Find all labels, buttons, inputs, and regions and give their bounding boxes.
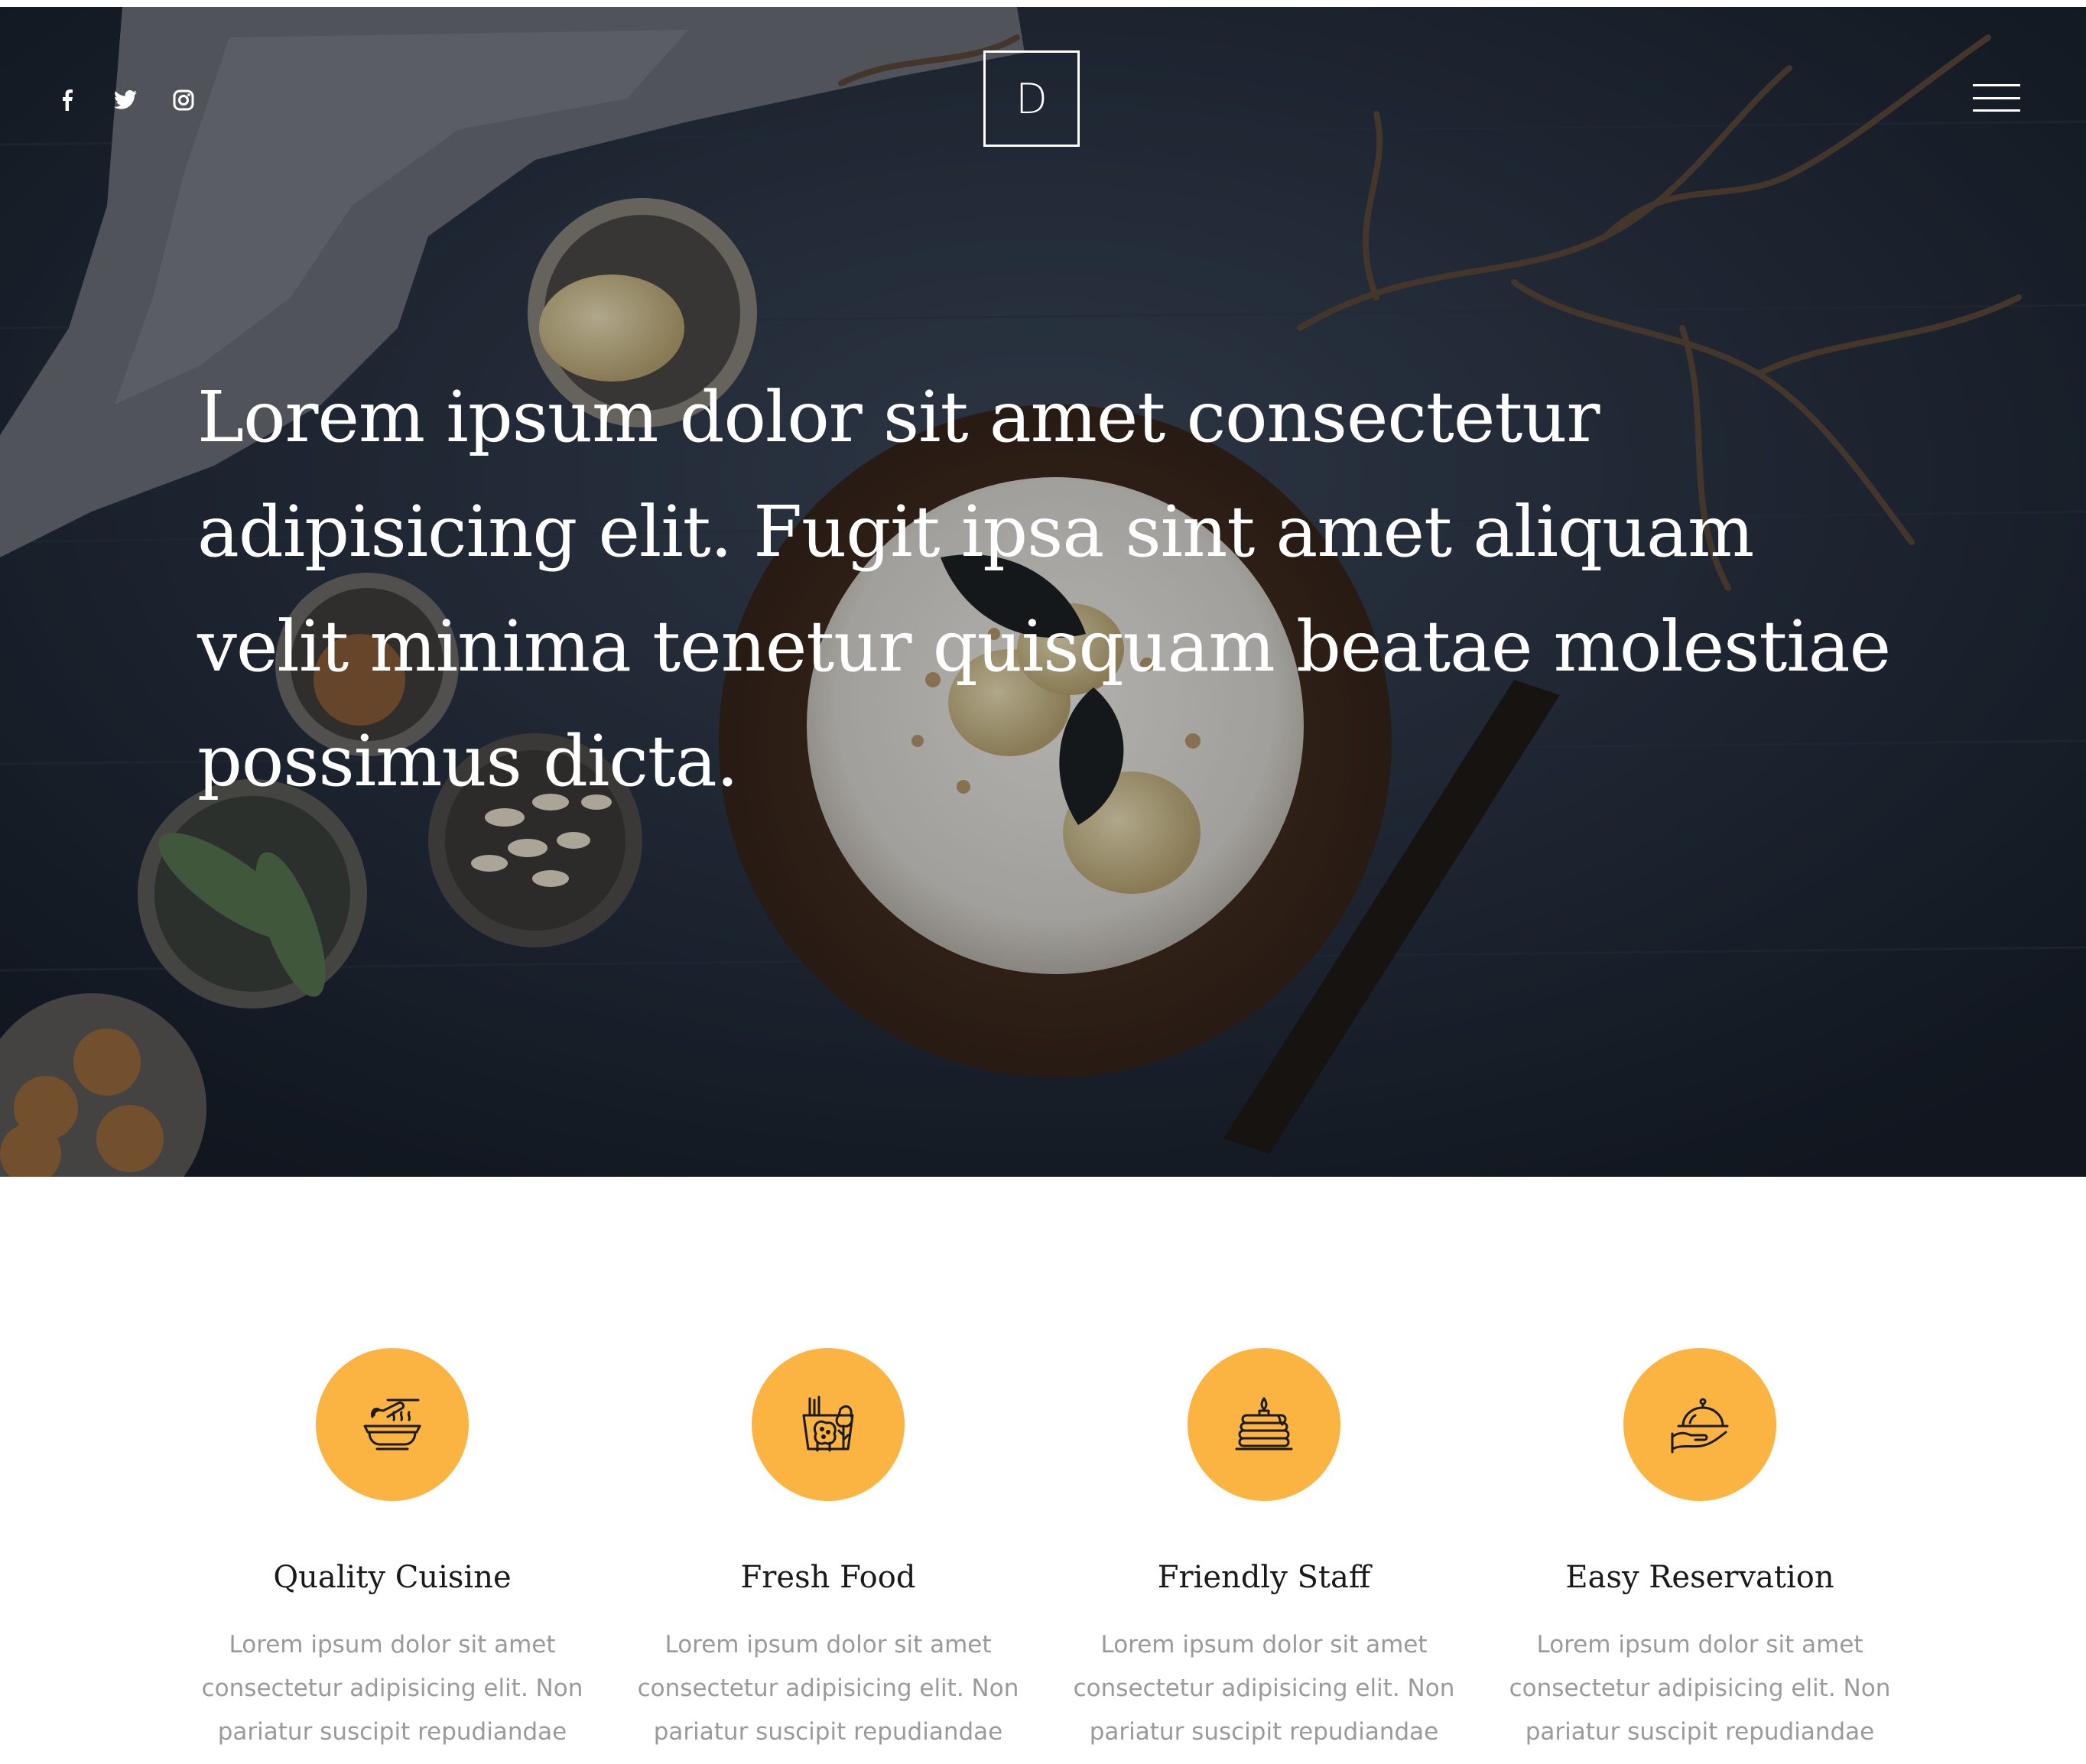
hamburger-line xyxy=(1973,109,2020,112)
hamburger-menu-icon[interactable] xyxy=(1973,84,2020,112)
site-logo[interactable]: D xyxy=(983,50,1080,147)
instagram-icon[interactable] xyxy=(170,86,197,114)
twitter-icon[interactable] xyxy=(112,86,139,114)
page: D Lorem ipsum dolor sit amet consectetur… xyxy=(0,0,2086,1764)
feature-title: Quality Cuisine xyxy=(273,1560,512,1595)
hamburger-line xyxy=(1973,96,2020,99)
hero-headline: Lorem ipsum dolor sit amet consectetur a… xyxy=(197,376,1891,802)
feature-icon-circle xyxy=(1623,1348,1776,1501)
social-links xyxy=(54,86,197,114)
logo-letter: D xyxy=(1015,74,1048,123)
feature-fresh-food: Fresh Food Lorem ipsum dolor sit amet co… xyxy=(610,1348,1046,1764)
facebook-icon[interactable] xyxy=(54,86,81,114)
fresh-vegetables-icon xyxy=(802,1395,854,1452)
cooking-pot-icon xyxy=(363,1399,421,1451)
feature-title: Fresh Food xyxy=(740,1560,916,1595)
hero-section: D Lorem ipsum dolor sit amet consectetur… xyxy=(0,7,2086,1177)
feature-icon-circle xyxy=(752,1348,905,1501)
feature-description: Lorem ipsum dolor sit amet consectetur a… xyxy=(1509,1631,1891,1764)
feature-title: Friendly Staff xyxy=(1157,1560,1371,1595)
feature-easy-reservation: Easy Reservation Lorem ipsum dolor sit a… xyxy=(1482,1348,1918,1764)
feature-description: Lorem ipsum dolor sit amet consectetur a… xyxy=(1073,1631,1455,1764)
feature-description: Lorem ipsum dolor sit amet consectetur a… xyxy=(637,1631,1019,1764)
feature-title: Easy Reservation xyxy=(1565,1560,1834,1595)
features-section: Quality Cuisine Lorem ipsum dolor sit am… xyxy=(0,1177,2086,1764)
serving-cloche-icon xyxy=(1671,1398,1729,1454)
hamburger-line xyxy=(1973,84,2020,86)
pancakes-icon xyxy=(1235,1397,1293,1451)
top-edge xyxy=(0,0,2086,7)
feature-icon-circle xyxy=(1188,1348,1340,1501)
feature-quality-cuisine: Quality Cuisine Lorem ipsum dolor sit am… xyxy=(174,1348,610,1764)
feature-friendly-staff: Friendly Staff Lorem ipsum dolor sit ame… xyxy=(1046,1348,1482,1764)
feature-icon-circle xyxy=(316,1348,469,1501)
feature-description: Lorem ipsum dolor sit amet consectetur a… xyxy=(201,1631,583,1764)
